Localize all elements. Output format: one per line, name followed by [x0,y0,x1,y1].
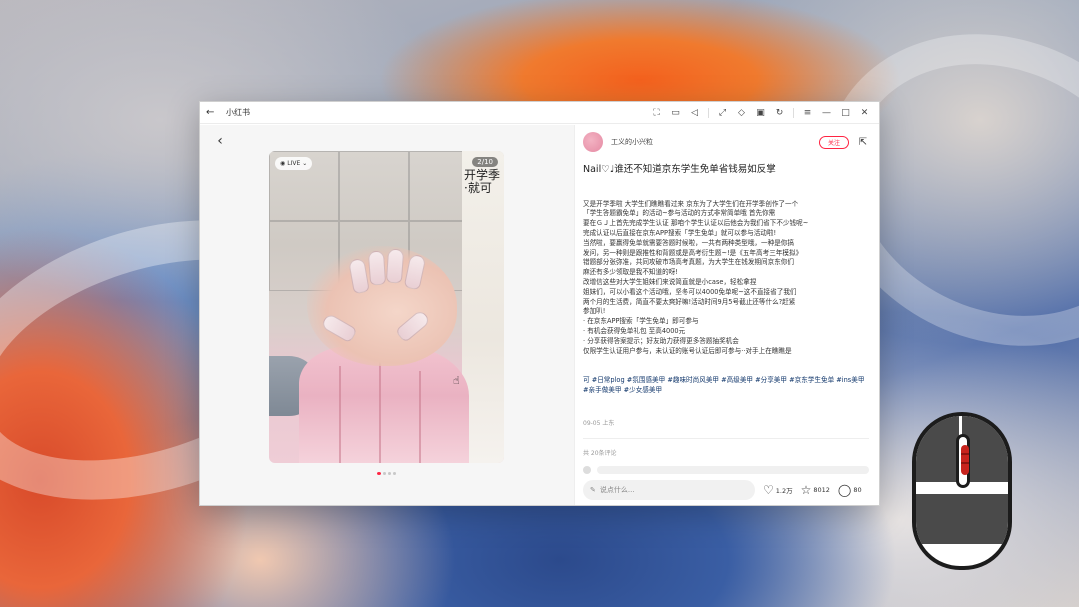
carousel-dot[interactable] [383,472,386,475]
toolbar-divider [793,107,794,118]
pin-icon[interactable]: ◇ [733,105,750,121]
note-title: Nail♡♩谁还不知道京东学生免单省钱易如反掌 [583,164,776,175]
note-body-line: 完成认证以后直接在京东APP搜索「学生免单」就可以参与活动啦! [583,228,777,237]
live-label: LIVE [287,160,301,167]
menu-icon[interactable]: ≡ [799,105,816,121]
note-detail: ‹ 开学季·就可 ◉ LIVE ⌄ 2/10 ☝ 工义的小兴粒 关注 ⇱ Nai… [200,125,879,505]
note-body-line: 仅限学生认证用户参与，未认证的账号认证后即可参与··对手上在瞧瞧是 [583,346,792,355]
carousel-dot[interactable] [388,472,391,475]
chevron-down-icon: ⌄ [302,160,308,167]
title-bar: ← 小红书 ⛶ ▭ ◁ ⤢ ◇ ▣ ↻ ≡ — □ ✕ [200,102,879,124]
fullscreen-icon[interactable]: ⤢ [714,105,731,121]
window-title: 小红书 [226,108,250,117]
note-body-line: 两个月的生活费，简直不要太爽好嘛!活动时间9月5号截止还等什么?赶紧 [583,297,796,306]
comment-count: 共 20条评论 [583,450,617,457]
adjacent-photo-text: 开学季·就可 [464,168,501,195]
note-body-line: · 在京东APP搜索「学生免单」即可参与 [583,317,699,326]
note-tags[interactable]: 可 #日常plog #氛围感美甲 #趣味时尚风美甲 #高级美甲 #分享美甲 #京… [583,376,871,396]
crop-icon[interactable]: ⛶ [648,105,665,121]
close-icon[interactable]: ✕ [856,105,873,121]
comment-preview [583,465,869,475]
app-window: ← 小红书 ⛶ ▭ ◁ ⤢ ◇ ▣ ↻ ≡ — □ ✕ ‹ 开学季·就可 ◉ L… [199,101,880,506]
note-body-line: 错题部分张弥准，共同攻破市场高考真题，为大学生在钱发期间京东你们 [583,258,794,267]
dress-fold [419,371,421,463]
comment-input[interactable]: ✎ 说点什么... [583,480,755,500]
note-body-line: · 分享获得答案提示；好友助力获得更多答题抽奖机会 [583,336,739,345]
note-body-line: 「学生答题霸免单」的活动~参与活动的方式非常简单哦 首先你需 [583,209,776,218]
minimize-icon[interactable]: — [818,105,835,121]
divider [583,438,869,439]
photo-nail [385,248,405,284]
dress-fold [379,356,381,463]
note-body-line: 当然啦，要赢得免单就需要答题时候啦，一共有两种类型哦，一种是你搞 [583,238,794,247]
like-count: 1.2万 [775,487,793,495]
carousel-dots [377,472,396,475]
photo-nail [367,250,387,286]
follow-button[interactable]: 关注 [818,135,849,149]
note-body-line: · 有机会获得免单礼包 至高4000元 [583,326,686,335]
mouse-body [916,494,1008,544]
author-row: 工义的小兴粒 关注 ⇱ [583,130,869,154]
favorite-button[interactable]: ☆ 8012 [801,484,830,496]
note-body-line: 姐妹们，可以小看这个活动哦，坚冬可以4000免单呢~这不直接省了我们 [583,287,797,296]
carousel-dot[interactable] [393,472,396,475]
author-name[interactable]: 工义的小兴粒 [611,137,653,147]
live-icon: ◉ [280,160,286,167]
camera-icon[interactable]: ▭ [667,105,684,121]
refresh-icon[interactable]: ↻ [771,105,788,121]
toolbar-divider [708,107,709,118]
comment-button[interactable]: ◯ 80 [838,484,862,496]
note-body-line: 麻还有多少领取是我不知道的呀! [583,268,678,277]
maximize-icon[interactable]: □ [837,105,854,121]
speaker-icon[interactable]: ◁ [686,105,703,121]
mouse-wheel-track [956,434,970,488]
pip-icon[interactable]: ▣ [752,105,769,121]
pencil-icon: ✎ [590,486,596,494]
comment-preview-box [597,466,869,474]
comment-bubble-icon: ◯ [837,483,852,497]
floor-tile [409,151,469,221]
note-body-line: 发问，另一种则是跟推性和背题或是高考衍生题~!是《五年高考三年模拟》 [583,248,803,257]
note-body: 又是开学季啦 大学生们瞧瞧看过来 京东为了大学生们在开学季创作了一个 「学生答题霸… [583,180,871,415]
avatar [583,466,591,474]
comment-count-value: 80 [853,486,862,494]
heart-icon: ♡ [763,483,774,497]
info-pane: 工义的小兴粒 关注 ⇱ Nail♡♩谁还不知道京东学生免单省钱易如反掌 又是开学… [574,125,879,505]
note-body-line: 改增信这些对大学生姐妹们来说简直就是小case，轻松拿捏 [583,277,757,286]
dress-fold [339,366,341,463]
mouse-scroll-wheel [961,445,969,475]
share-icon[interactable]: ⇱ [857,136,869,148]
avatar[interactable] [583,132,603,152]
star-icon: ☆ [800,483,812,497]
note-body-lines: 又是开学季啦 大学生们瞧瞧看过来 京东为了大学生们在开学季创作了一个 「学生答题霸… [583,200,871,357]
back-arrow-icon[interactable]: ← [206,107,220,118]
floor-tile [339,151,409,221]
comment-input-placeholder: 说点什么... [599,486,635,494]
chevron-left-icon[interactable]: ‹ [210,131,230,151]
image-counter: 2/10 [472,157,498,167]
live-badge[interactable]: ◉ LIVE ⌄ [275,157,313,170]
media-pane: ‹ 开学季·就可 ◉ LIVE ⌄ 2/10 ☝ [200,125,574,505]
engagement-bar: ✎ 说点什么... ♡ 1.2万 ☆ 8012 ◯ 80 [583,479,873,501]
note-body-line: 要在ＧＪ上首先完成学生认证 那咱个学生认证以后他会为我们省下不少钱呢~ [583,219,809,228]
carousel-dot[interactable] [377,472,381,475]
note-body-line: 参加叭! [583,307,606,316]
favorite-count: 8012 [813,486,830,494]
mouse-overlay-icon [912,412,1012,570]
note-body-line: 又是开学季啦 大学生们瞧瞧看过来 京东为了大学生们在开学季创作了一个 [583,199,799,208]
note-date: 09-05 上东 [583,420,615,427]
note-photo[interactable]: 开学季·就可 ◉ LIVE ⌄ 2/10 ☝ [269,151,504,463]
hand-cursor-icon: ☝ [453,374,460,387]
window-toolbar: ⛶ ▭ ◁ ⤢ ◇ ▣ ↻ ≡ — □ ✕ [648,105,873,121]
like-button[interactable]: ♡ 1.2万 [763,484,793,496]
